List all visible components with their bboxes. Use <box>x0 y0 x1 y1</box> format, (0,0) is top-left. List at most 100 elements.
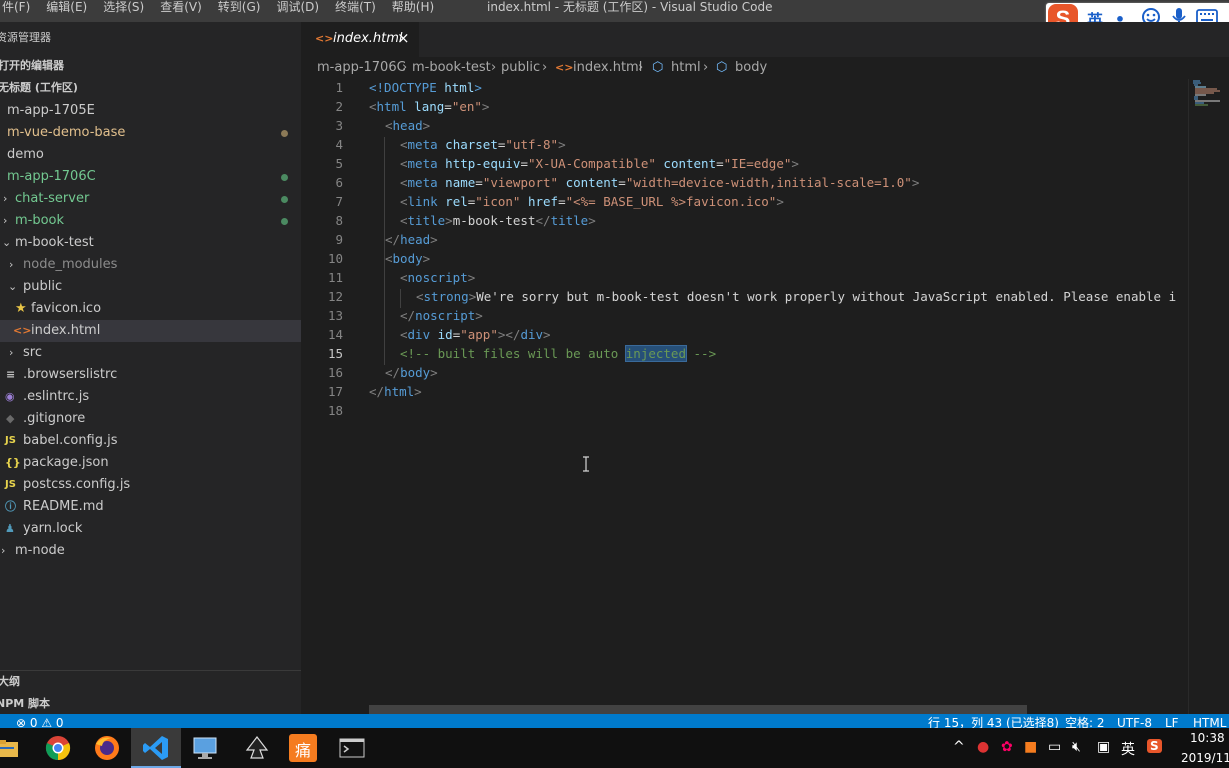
network-icon[interactable]: ▣ <box>1097 739 1110 755</box>
code-line: </head> <box>385 232 438 247</box>
app-orange-icon[interactable]: 痛 <box>289 734 317 762</box>
terminal-icon[interactable] <box>338 734 366 762</box>
editor-area: <> index.html × m-app-1706C › m-book-tes… <box>301 22 1229 714</box>
indentation[interactable]: 空格: 2 <box>1065 714 1105 728</box>
chevron-right-icon: › <box>9 258 14 271</box>
breadcrumb-item[interactable]: index.html <box>573 57 642 79</box>
horizontal-scrollbar[interactable] <box>369 705 1027 714</box>
breadcrumb: m-app-1706C › m-book-test › public › <> … <box>301 57 1229 79</box>
folder-m-app-1705e[interactable]: m-app-1705E <box>0 100 301 122</box>
ime-tray-indicator[interactable]: 英 <box>1121 739 1135 759</box>
folder-m-vue-demo-base[interactable]: m-vue-demo-base <box>0 122 301 144</box>
code-line: <div id="app"></div> <box>400 327 551 342</box>
vscode-taskbar-button[interactable] <box>131 728 181 768</box>
close-icon[interactable]: × <box>397 29 410 47</box>
file-eslintrc-js[interactable]: ◉ .eslintrc.js <box>0 386 301 408</box>
menu-terminal[interactable]: 终端(T) <box>327 0 384 22</box>
code-line: <strong>We're sorry but m-book-test does… <box>416 289 1177 304</box>
explorer-sidebar: 资源管理器 打开的编辑器 无标题 (工作区) m-app-1705E m-vue… <box>0 22 301 714</box>
folder-m-book-test[interactable]: ⌄ m-book-test <box>0 232 301 254</box>
file-readme-md[interactable]: ⓘ README.md <box>0 496 301 518</box>
breadcrumb-item[interactable]: body <box>735 57 767 79</box>
folder-m-app-1706c[interactable]: m-app-1706C <box>0 166 301 188</box>
code-line: <body> <box>385 251 431 266</box>
line-ending[interactable]: LF <box>1165 714 1179 728</box>
file-browserslistrc[interactable]: ≡ .browserslistrc <box>0 364 301 386</box>
folder-node-modules[interactable]: › node_modules <box>0 254 301 276</box>
file-favicon-ico[interactable]: ★ favicon.ico <box>0 298 301 320</box>
text-file-icon: ≡ <box>6 368 16 381</box>
file-index-html[interactable]: <> index.html <box>0 320 301 342</box>
folder-demo[interactable]: demo <box>0 144 301 166</box>
problems-indicator[interactable]: ⊗ 0 ⚠ 0 <box>16 714 64 728</box>
html-file-icon: <> <box>555 61 574 74</box>
star-icon: ★ <box>15 301 27 316</box>
cube-icon: ⬡ <box>716 60 728 75</box>
chevron-right-icon: › <box>3 192 8 205</box>
folder-src[interactable]: › src <box>0 342 301 364</box>
menu-file[interactable]: 件(F) <box>0 0 38 22</box>
folder-m-node[interactable]: › m-node <box>0 540 301 562</box>
file-yarn-lock[interactable]: ♟ yarn.lock <box>0 518 301 540</box>
modified-dot <box>281 130 288 137</box>
code-line: <html lang="en"> <box>369 99 490 114</box>
chevron-right-icon: › <box>491 60 497 75</box>
menu-go[interactable]: 转到(G) <box>210 0 269 22</box>
npm-scripts-header[interactable]: NPM 脚本 <box>0 693 301 715</box>
json-file-icon: {} <box>5 456 21 469</box>
chevron-right-icon: › <box>703 60 709 75</box>
sogou-tray-icon[interactable]: S <box>1147 739 1162 753</box>
file-package-json[interactable]: {} package.json <box>0 452 301 474</box>
file-explorer-icon[interactable] <box>0 734 22 762</box>
folder-m-book[interactable]: › m-book <box>0 210 301 232</box>
line-numbers: 1 2 3 4 5 6 7 8 9 10 11 12 13 14 15 16 1… <box>327 80 343 418</box>
menu-selection[interactable]: 选择(S) <box>95 0 152 22</box>
breadcrumb-item[interactable]: m-app-1706C <box>317 57 406 79</box>
clock-date[interactable]: 2019/11, <box>1181 751 1229 765</box>
qq-icon[interactable]: ● <box>977 739 989 755</box>
chevron-up-icon[interactable]: ^ <box>953 739 965 755</box>
folder-chat-server[interactable]: › chat-server <box>0 188 301 210</box>
breadcrumb-item[interactable]: html <box>671 57 701 79</box>
folder-public[interactable]: ⌄ public <box>0 276 301 298</box>
tab-index-html[interactable]: <> index.html × <box>301 22 419 57</box>
code-line: <head> <box>385 118 431 133</box>
code-line: <!DOCTYPE html> <box>369 80 482 95</box>
outline-header[interactable]: 大纲 <box>0 671 301 693</box>
file-babel-config-js[interactable]: JS babel.config.js <box>0 430 301 452</box>
untracked-dot <box>281 218 288 225</box>
tray-app-icon[interactable]: ■ <box>1024 739 1037 755</box>
chrome-icon[interactable] <box>44 734 72 762</box>
volume-mute-icon[interactable]: 🔇︎ <box>1072 739 1081 755</box>
file-gitignore[interactable]: ◆ .gitignore <box>0 408 301 430</box>
code-editor[interactable]: 1 2 3 4 5 6 7 8 9 10 11 12 13 14 15 16 1… <box>301 79 1188 699</box>
encoding[interactable]: UTF-8 <box>1117 714 1152 728</box>
clock-time[interactable]: 10:38 <box>1190 731 1225 745</box>
inkscape-icon[interactable] <box>243 734 271 762</box>
js-file-icon: JS <box>5 435 16 446</box>
eslint-icon: ◉ <box>5 390 15 403</box>
code-line: </body> <box>385 365 438 380</box>
menu-debug[interactable]: 调试(D) <box>268 0 327 22</box>
selected-text[interactable]: injected <box>624 345 688 362</box>
chevron-right-icon: › <box>9 346 14 359</box>
chevron-down-icon: ⌄ <box>8 280 18 293</box>
minimap[interactable] <box>1188 79 1229 714</box>
menu-view[interactable]: 查看(V) <box>152 0 210 22</box>
workspace-header[interactable]: 无标题 (工作区) <box>0 77 301 99</box>
open-editors-header[interactable]: 打开的编辑器 <box>0 55 301 77</box>
cursor-position[interactable]: 行 15，列 43 (已选择8) <box>928 714 1059 728</box>
file-postcss-config-js[interactable]: JS postcss.config.js <box>0 474 301 496</box>
breadcrumb-item[interactable]: m-book-test <box>412 57 491 79</box>
remote-desktop-icon[interactable] <box>191 734 219 762</box>
breadcrumb-item[interactable]: public <box>501 57 540 79</box>
menu-edit[interactable]: 编辑(E) <box>38 0 95 22</box>
yarn-icon: ♟ <box>5 522 15 535</box>
tray-flower-icon[interactable]: ✿ <box>1001 739 1013 755</box>
language-mode[interactable]: HTML <box>1193 714 1226 728</box>
firefox-icon[interactable] <box>93 734 121 762</box>
windows-taskbar: 痛 ^ ● ✿ ■ ▭ 🔇︎ ▣ 英 S 10:38 2019/11, <box>0 728 1229 768</box>
battery-icon[interactable]: ▭ <box>1048 739 1061 755</box>
menu-help[interactable]: 帮助(H) <box>384 0 442 22</box>
cube-icon: ⬡ <box>652 60 664 75</box>
